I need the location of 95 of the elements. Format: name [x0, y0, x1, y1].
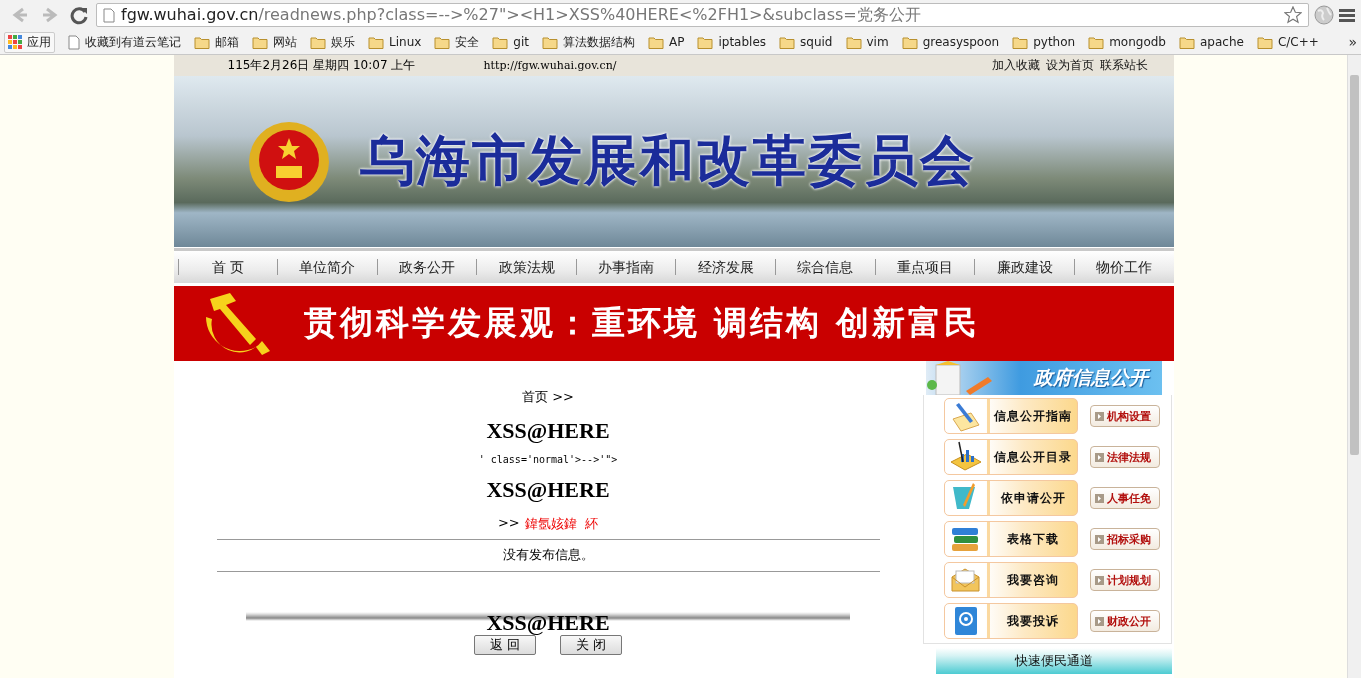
- nav-item[interactable]: 政策法规: [476, 259, 576, 275]
- nav-item[interactable]: 物价工作: [1073, 259, 1174, 275]
- folder-icon: [1256, 35, 1273, 49]
- bookmark-item[interactable]: 应用: [4, 31, 55, 53]
- category-link[interactable]: 招标采购: [1089, 528, 1160, 550]
- nav-item[interactable]: 重点项目: [874, 259, 975, 275]
- nav-item[interactable]: 经济发展: [675, 259, 776, 275]
- folder-icon: [1179, 35, 1195, 49]
- bookmark-item[interactable]: apache: [1179, 35, 1244, 49]
- category-link[interactable]: 机构设置: [1089, 405, 1160, 427]
- bookmark-item[interactable]: python: [1012, 35, 1076, 49]
- nav-item[interactable]: 廉政建设: [974, 259, 1074, 275]
- folder-icon: [901, 35, 918, 49]
- chart-book-icon: [950, 441, 981, 471]
- empty-message: 没有发布信息。: [502, 546, 594, 564]
- nav-item[interactable]: 首 页: [177, 259, 278, 275]
- folder-icon: [194, 35, 210, 49]
- bookmark-item[interactable]: greasyspoon: [901, 35, 1000, 49]
- folder-icon: [1012, 35, 1029, 49]
- category-link[interactable]: 财政公开: [1089, 610, 1160, 632]
- folder-icon: [368, 35, 384, 49]
- folder-icon: [252, 35, 268, 49]
- bookmark-item[interactable]: AP: [648, 35, 685, 49]
- breadcrumb-arrows: >>: [497, 515, 520, 532]
- nav-item[interactable]: 单位简介: [277, 259, 377, 275]
- nav-item[interactable]: 办事指南: [575, 259, 676, 275]
- folder-icon: [542, 35, 558, 49]
- site-url: http://fgw.wuhai.gov.cn/: [483, 59, 617, 72]
- bookmark-item[interactable]: 网站: [252, 33, 297, 51]
- category-link[interactable]: 法律法规: [1089, 446, 1160, 468]
- books-icon: [951, 528, 978, 551]
- page-heading: XSS@HERE: [486, 610, 610, 636]
- star-icon[interactable]: [1284, 6, 1302, 24]
- folder-icon: [697, 35, 714, 49]
- bookmark-item[interactable]: 娱乐: [310, 33, 355, 51]
- page-heading: XSS@HERE: [486, 477, 610, 503]
- bookmark-item[interactable]: iptables: [697, 35, 767, 49]
- scrollbar-thumb[interactable]: [1350, 75, 1359, 455]
- folder-icon: [779, 35, 796, 49]
- bullet-icon: [1094, 493, 1104, 503]
- service-button[interactable]: 我要咨询: [943, 562, 1078, 598]
- banner-title: 乌海市发展和改革委员会: [359, 127, 976, 194]
- bookmark-item[interactable]: Linux: [368, 35, 422, 49]
- nav-item[interactable]: 政务公开: [376, 259, 477, 275]
- injected-text: ' class='normal'>-->'">: [478, 454, 618, 465]
- folder-icon: [492, 35, 509, 49]
- page-heading: XSS@HERE: [486, 418, 610, 444]
- service-button[interactable]: 信息公开目录: [943, 439, 1078, 475]
- folder-icon: [648, 35, 664, 49]
- folder-icon: [434, 35, 451, 49]
- top-link[interactable]: 加入收藏: [991, 57, 1040, 74]
- reload-icon: [69, 5, 89, 25]
- bullet-icon: [1094, 534, 1104, 544]
- bookmark-item[interactable]: C/C++: [1256, 35, 1319, 49]
- top-link[interactable]: 设为首页: [1045, 57, 1094, 74]
- apps-grid-icon: [8, 35, 22, 49]
- menu-icon[interactable]: [1339, 7, 1355, 23]
- category-link[interactable]: 计划规划: [1089, 569, 1160, 591]
- garbled-category[interactable]: 鍏氬姟鍏 紑: [524, 515, 599, 533]
- bookmark-item[interactable]: git: [492, 35, 529, 49]
- service-button[interactable]: 依申请公开: [943, 480, 1078, 516]
- back-button[interactable]: 返 回: [474, 635, 536, 655]
- folder-icon: [845, 35, 862, 49]
- date-text: 115年2月26日 星期四 10:07 上午: [227, 57, 417, 74]
- service-button[interactable]: 表格下载: [943, 521, 1078, 557]
- bookmark-item[interactable]: vim: [845, 35, 889, 49]
- bullet-icon: [1094, 575, 1104, 585]
- nav-item[interactable]: 综合信息: [775, 259, 875, 275]
- page-icon: [103, 7, 115, 23]
- bookmark-item[interactable]: 邮箱: [194, 33, 239, 51]
- bullet-icon: [1094, 452, 1104, 462]
- slogan-text: 贯彻科学发展观：重环境 调结构 创新富民: [303, 302, 981, 344]
- breadcrumb: 首页 >>: [522, 388, 574, 406]
- bookmark-item[interactable]: 算法数据结构: [542, 33, 635, 51]
- document-pen-icon: [952, 483, 975, 509]
- service-button[interactable]: 我要投诉: [943, 603, 1078, 639]
- service-button[interactable]: 信息公开指南: [943, 398, 1078, 434]
- folder-icon: [1088, 35, 1105, 49]
- quick-access-bar: 快速便民通道: [935, 648, 1172, 674]
- bookmark-item[interactable]: 安全: [434, 33, 480, 51]
- bookmark-item[interactable]: mongodb: [1088, 35, 1166, 49]
- address-bar[interactable]: fgw.wuhai.gov.cn/readnews.php?class=-->%27"><H1>XSS%40HERE<%2FH1>&subclass=党务公开: [96, 3, 1309, 27]
- top-link[interactable]: 联系站长: [1099, 57, 1148, 74]
- page-icon: [68, 34, 80, 50]
- bookmark-item[interactable]: squid: [779, 35, 833, 49]
- close-button[interactable]: 关 闭: [560, 635, 622, 655]
- category-link[interactable]: 人事任免: [1089, 487, 1160, 509]
- folder-icon: [310, 35, 326, 49]
- bullet-icon: [1094, 616, 1104, 626]
- pencil-paper-icon: [952, 403, 979, 432]
- more-bookmarks-button[interactable]: »: [1348, 34, 1357, 50]
- emblem-icon: [247, 119, 330, 204]
- envelope-icon: [951, 568, 979, 592]
- bullet-icon: [1094, 411, 1104, 421]
- bookmark-item[interactable]: 收藏到有道云笔记: [68, 33, 181, 51]
